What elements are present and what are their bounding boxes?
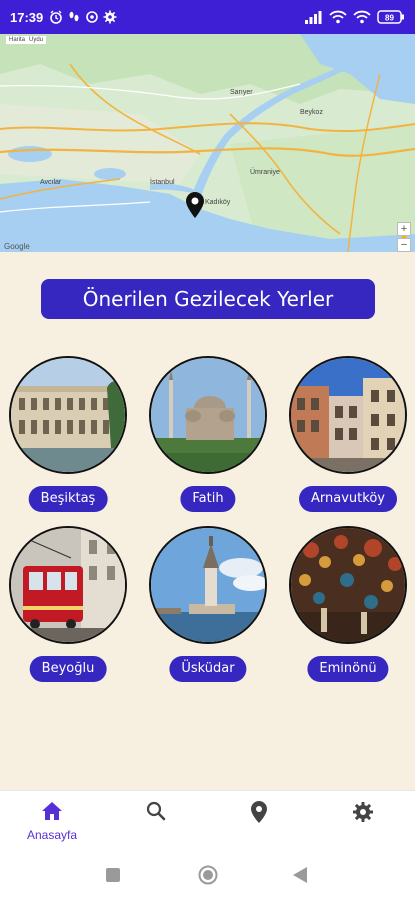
map-tab-harita[interactable]: Harita — [9, 37, 25, 43]
map-view[interactable]: İstanbul Kadıköy Beykoz Sarıyer Ümraniye… — [0, 34, 415, 252]
map-attribution: Google — [4, 242, 30, 251]
map-label-avcilar: Avcılar — [40, 179, 62, 186]
status-time: 17:39 — [10, 9, 44, 25]
back-icon[interactable] — [293, 867, 307, 887]
map-type-tabs[interactable]: Harita Uydu — [6, 36, 47, 44]
place-card-beyoglu[interactable]: Beyoğlu — [3, 526, 133, 686]
map-label-kadikoy: Kadıköy — [205, 199, 231, 206]
place-button-fatih[interactable]: Fatih — [180, 486, 236, 512]
alarm-icon — [49, 10, 63, 24]
footprints-icon — [67, 10, 81, 24]
nav-settings[interactable] — [333, 801, 393, 841]
place-card-besiktas[interactable]: Beşiktaş — [3, 356, 133, 516]
home-button-icon[interactable] — [198, 865, 218, 889]
map-label-istanbul: İstanbul — [150, 177, 175, 186]
battery-icon: 89 — [377, 10, 405, 24]
map-zoom-controls: + − — [397, 222, 411, 252]
nav-home[interactable]: Anasayfa — [22, 801, 82, 842]
location-pin-icon — [251, 801, 267, 827]
sync-icon — [85, 10, 99, 24]
map-tab-uydu[interactable]: Uydu — [29, 37, 43, 43]
place-card-fatih[interactable]: Fatih — [143, 356, 273, 516]
home-icon — [41, 801, 63, 825]
recents-icon[interactable] — [106, 867, 120, 886]
place-photo[interactable] — [149, 356, 267, 474]
gear-small-icon — [103, 10, 117, 24]
map-label-umraniye: Ümraniye — [250, 168, 280, 176]
signal-icon — [305, 10, 323, 24]
place-button-beyoglu[interactable]: Beyoğlu — [29, 656, 107, 682]
map-label-sariyer: Sarıyer — [230, 89, 253, 96]
place-photo[interactable] — [289, 356, 407, 474]
map-label-beykoz: Beykoz — [300, 109, 323, 116]
status-bar: 17:39 89 — [0, 0, 415, 34]
place-photo[interactable] — [149, 526, 267, 644]
nav-home-label: Anasayfa — [26, 828, 78, 842]
place-photo[interactable] — [289, 526, 407, 644]
place-card-eminonu[interactable]: Eminönü — [283, 526, 413, 686]
place-card-uskudar[interactable]: Üsküdar — [143, 526, 273, 686]
nav-search[interactable] — [126, 801, 186, 841]
place-photo[interactable] — [9, 356, 127, 474]
place-card-arnavutkoy[interactable]: Arnavutköy — [283, 356, 413, 516]
nav-location[interactable] — [229, 801, 289, 841]
main-content: Önerilen Gezilecek Yerler Beşiktaş Fatih… — [0, 252, 415, 790]
battery-level: 89 — [385, 14, 394, 23]
bottom-navigation: Anasayfa — [0, 790, 415, 850]
map-pin-icon[interactable] — [186, 192, 204, 218]
wifi-secondary-icon — [353, 10, 371, 24]
search-icon — [146, 801, 166, 825]
place-button-eminonu[interactable]: Eminönü — [307, 656, 389, 682]
settings-icon — [352, 801, 374, 827]
place-photo[interactable] — [9, 526, 127, 644]
place-button-besiktas[interactable]: Beşiktaş — [28, 486, 108, 512]
system-navigation-bar — [0, 850, 415, 900]
place-button-arnavutkoy[interactable]: Arnavutköy — [299, 486, 397, 512]
zoom-in-button[interactable]: + — [397, 222, 411, 236]
zoom-out-button[interactable]: − — [397, 238, 411, 252]
wifi-icon — [329, 10, 347, 24]
page-title: Önerilen Gezilecek Yerler — [41, 279, 375, 319]
place-button-uskudar[interactable]: Üsküdar — [169, 656, 247, 682]
